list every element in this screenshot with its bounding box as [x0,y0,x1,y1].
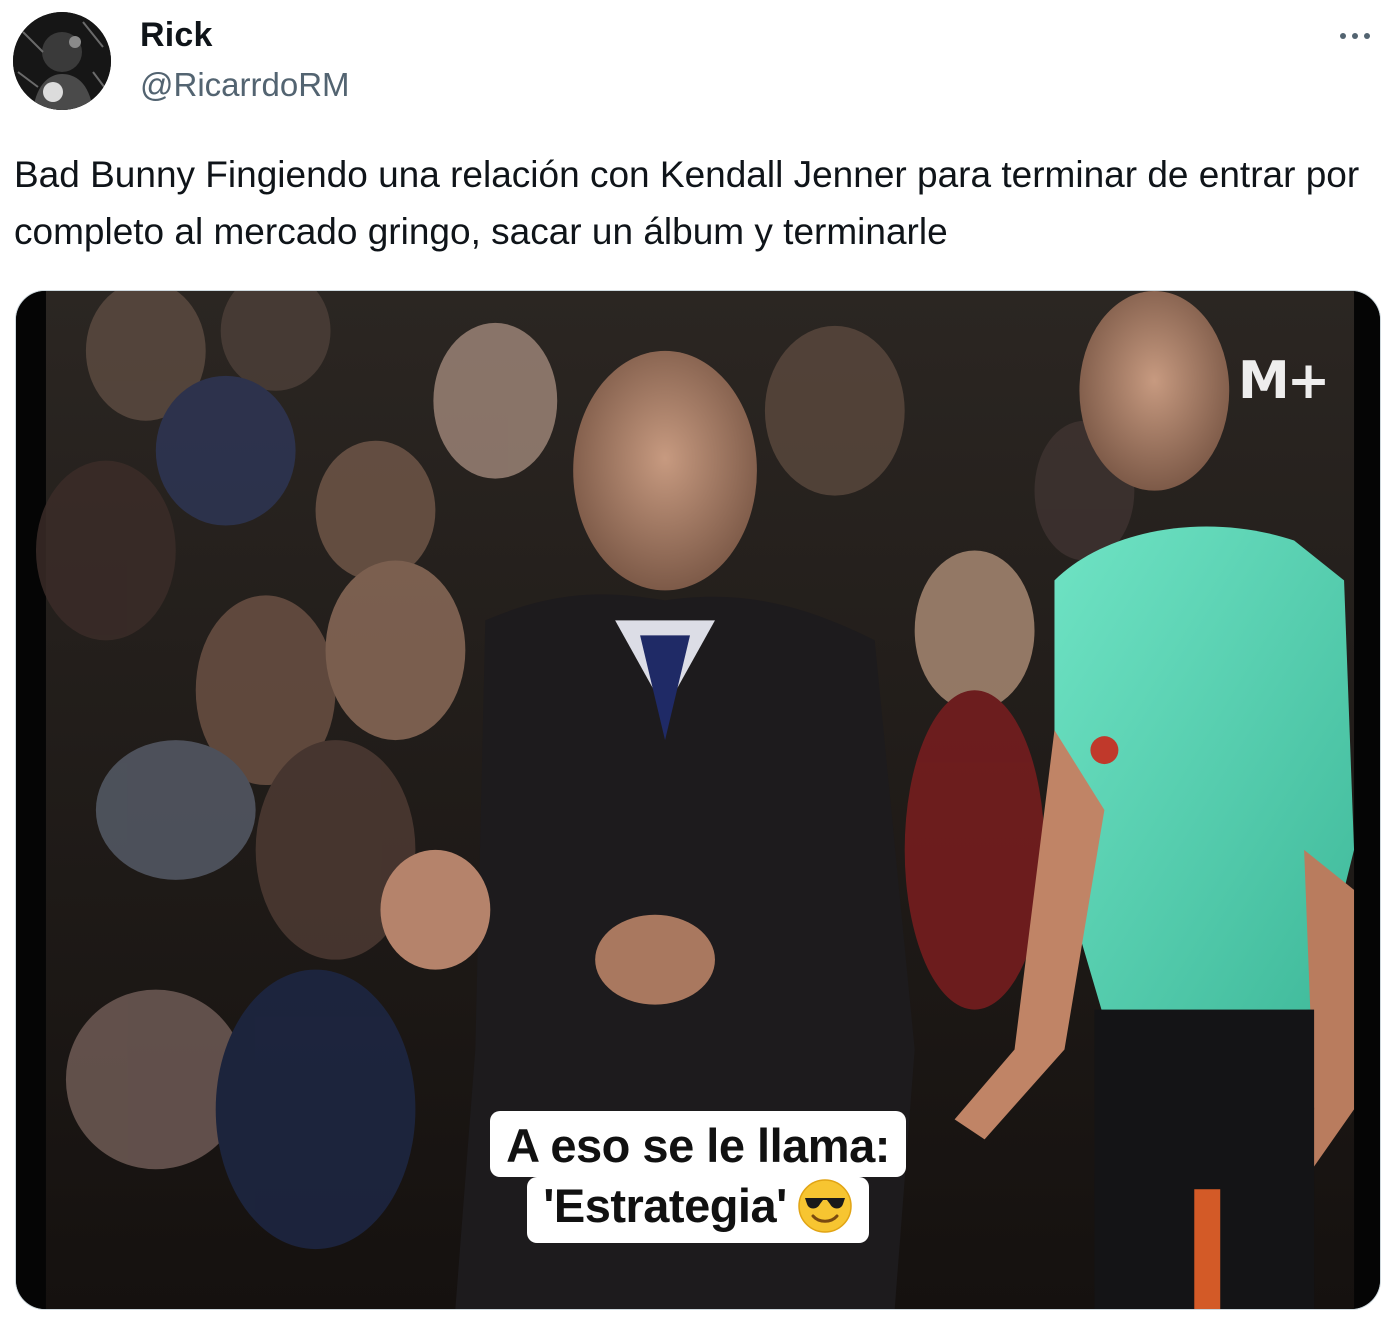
tweet-media-video[interactable]: M+ A eso se le llama: 'Estrategia' [15,290,1381,1310]
avatar-image [13,12,111,110]
more-horizontal-icon [1340,33,1346,39]
more-options-button[interactable] [1330,18,1380,54]
avatar[interactable] [13,12,111,110]
author-display-name[interactable]: Rick [140,16,213,55]
tweet-text: Bad Bunny Fingiendo una relación con Ken… [14,154,1360,252]
smiling-face-with-sunglasses-icon [797,1178,853,1234]
caption-line-1: A eso se le llama: [490,1111,906,1177]
channel-watermark: M+ [1238,351,1330,411]
tweet: Rick @RicarrdoRM Bad Bunny Fingiendo una… [0,0,1400,1328]
author-handle[interactable]: @RicarrdoRM [140,66,350,104]
video-caption: A eso se le llama: 'Estrategia' [16,1111,1380,1243]
caption-line-2: 'Estrategia' [527,1177,869,1243]
caption-line-2-text: 'Estrategia' [543,1179,787,1232]
